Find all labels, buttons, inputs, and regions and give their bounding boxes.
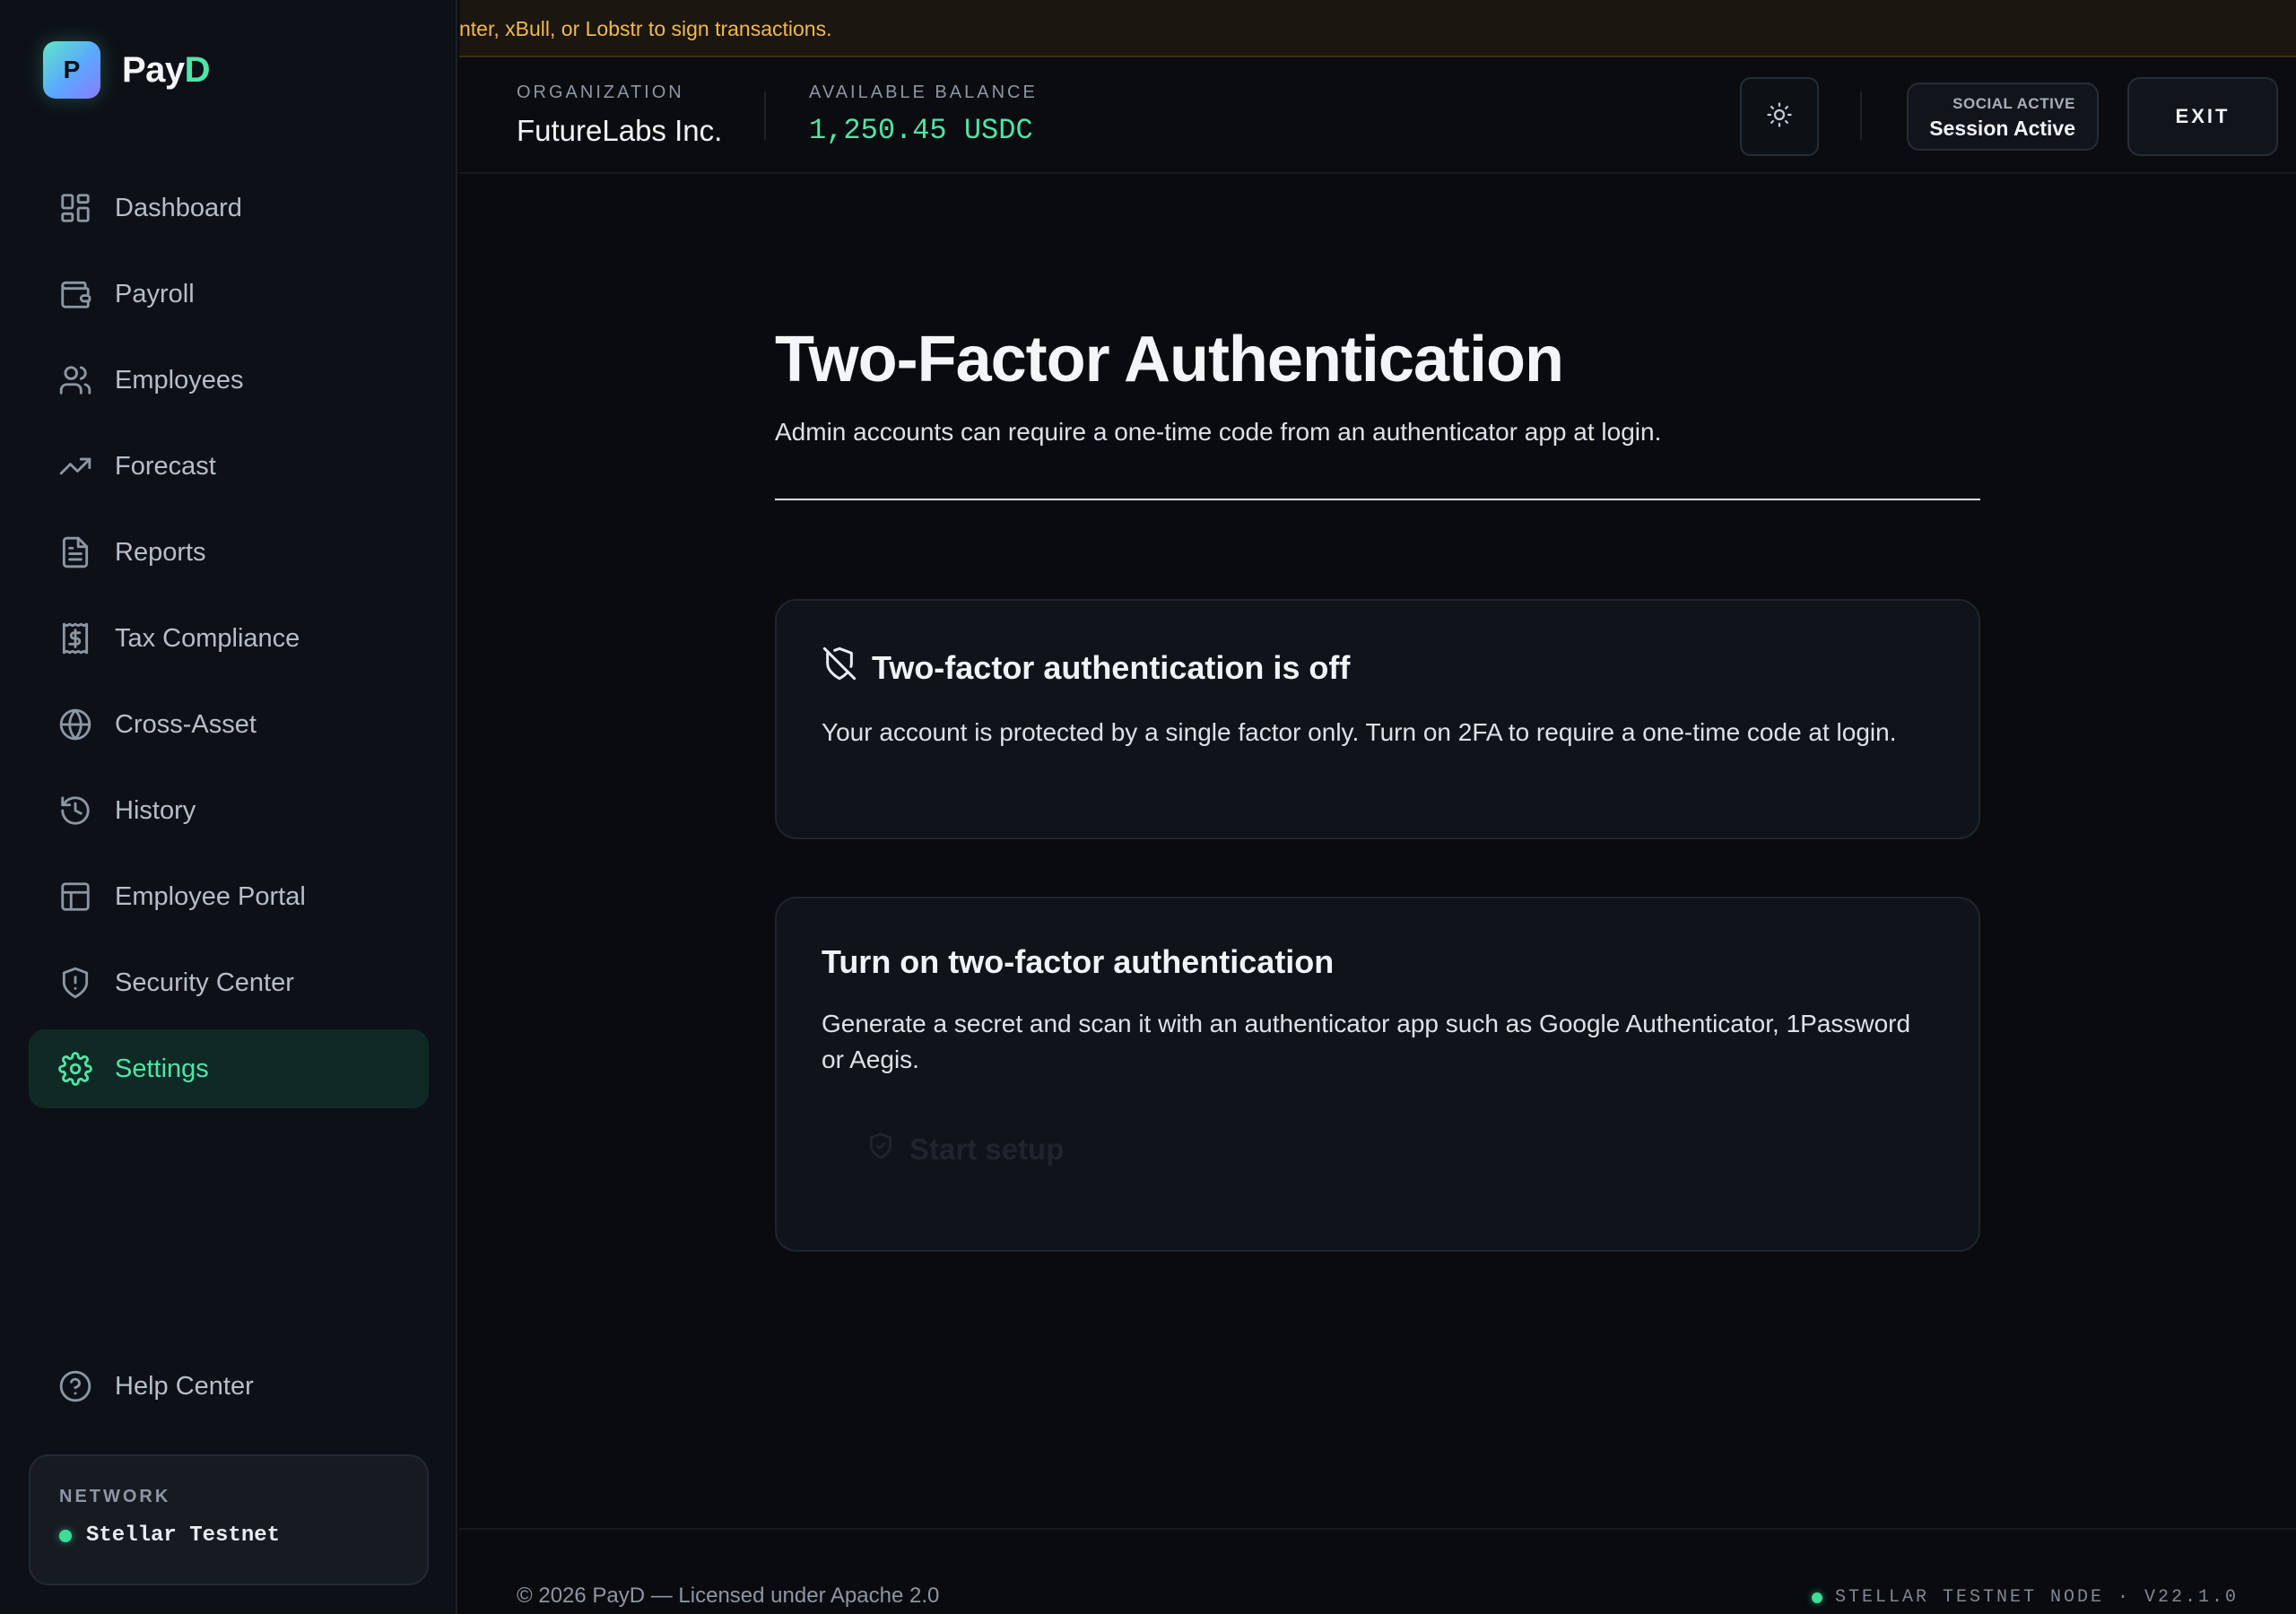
users-icon — [57, 362, 93, 398]
sidebar-item-label: Employees — [115, 365, 244, 395]
top-header: ORGANIZATION FutureLabs Inc. AVAILABLE B… — [459, 59, 2296, 174]
theme-toggle-button[interactable] — [1740, 77, 1819, 156]
sidebar-item-label: Help Center — [115, 1371, 254, 1401]
brand-mark-icon: P — [43, 41, 100, 99]
help-circle-icon — [57, 1368, 93, 1404]
balance-label: AVAILABLE BALANCE — [809, 82, 1038, 102]
sidebar-item-label: Cross-Asset — [115, 709, 257, 739]
sidebar-item-payroll[interactable]: Payroll — [29, 255, 429, 334]
sidebar-item-label: Forecast — [115, 451, 216, 481]
sidebar-item-forecast[interactable]: Forecast — [29, 427, 429, 506]
sidebar-item-label: Employee Portal — [115, 881, 306, 911]
session-status: Session Active — [1929, 117, 2075, 140]
trending-up-icon — [57, 448, 93, 484]
organization-block: ORGANIZATION FutureLabs Inc. — [517, 82, 722, 148]
brand-name: PayD — [122, 49, 211, 91]
sidebar-item-label: Dashboard — [115, 193, 242, 222]
sidebar-item-reports[interactable]: Reports — [29, 513, 429, 592]
balance-block: AVAILABLE BALANCE 1,250.45 USDC — [809, 82, 1038, 147]
footer-license: © 2026 PayD — Licensed under Apache 2.0 — [517, 1584, 940, 1608]
help-section: Help Center — [29, 1347, 429, 1433]
organization-label: ORGANIZATION — [517, 82, 684, 102]
sidebar-item-settings[interactable]: Settings — [29, 1029, 429, 1108]
wallet-icon — [57, 276, 93, 312]
brand-logo[interactable]: P PayD — [43, 41, 211, 99]
sidebar: P PayD Dashboard Payroll Employees Forec… — [0, 0, 457, 1614]
shield-off-icon — [822, 646, 872, 690]
title-divider — [775, 499, 1980, 500]
shield-alert-icon — [57, 965, 93, 1001]
organization-name: FutureLabs Inc. — [517, 114, 723, 147]
network-value: Stellar Testnet — [86, 1523, 281, 1548]
node-status-dot — [1811, 1592, 1822, 1603]
exit-button[interactable]: EXIT — [2127, 77, 2278, 156]
2fa-status-description: Your account is protected by a single fa… — [822, 718, 1897, 746]
sidebar-item-label: Payroll — [115, 279, 195, 308]
network-label: NETWORK — [59, 1487, 171, 1506]
sidebar-item-security-center[interactable]: Security Center — [29, 943, 429, 1022]
footer: © 2026 PayD — Licensed under Apache 2.0 … — [459, 1528, 2296, 1614]
sun-icon — [1766, 101, 1793, 133]
sidebar-item-tax-compliance[interactable]: Tax Compliance — [29, 599, 429, 678]
file-text-icon — [57, 534, 93, 570]
sidebar-item-cross-asset[interactable]: Cross-Asset — [29, 685, 429, 764]
main-content: Two-Factor Authentication Admin accounts… — [775, 323, 1980, 1252]
brand-name-prefix: Pay — [122, 49, 185, 90]
receipt-icon — [57, 620, 93, 656]
2fa-status-card: Two-factor authentication is off Your ac… — [775, 599, 1980, 839]
shield-check-icon — [866, 1132, 909, 1167]
footer-node-status: STELLAR TESTNET NODE · V22.1.0 — [1811, 1587, 2239, 1608]
wallet-warning-banner: nter, xBull, or Lobstr to sign transacti… — [459, 0, 2296, 57]
sidebar-item-label: Reports — [115, 537, 206, 567]
network-status: Stellar Testnet — [59, 1523, 398, 1548]
network-status-dot — [59, 1529, 72, 1542]
page-subtitle: Admin accounts can require a one-time co… — [775, 418, 1662, 446]
sidebar-item-dashboard[interactable]: Dashboard — [29, 169, 429, 247]
sidebar-item-help-center[interactable]: Help Center — [29, 1347, 429, 1426]
network-card: NETWORK Stellar Testnet — [29, 1454, 429, 1585]
layout-icon — [57, 879, 93, 915]
2fa-status-title: Two-factor authentication is off — [822, 646, 1934, 690]
2fa-setup-card: Turn on two-factor authentication Genera… — [775, 897, 1980, 1252]
sidebar-item-label: History — [115, 795, 196, 825]
header-divider — [764, 91, 766, 140]
page-title: Two-Factor Authentication — [775, 324, 1564, 395]
brand-name-accent: D — [184, 49, 211, 90]
gear-icon — [57, 1051, 93, 1087]
history-icon — [57, 793, 93, 829]
session-status-badge[interactable]: SOCIAL ACTIVE Session Active — [1907, 82, 2099, 151]
sidebar-item-employee-portal[interactable]: Employee Portal — [29, 857, 429, 936]
header-divider — [1860, 91, 1862, 140]
footer-node-label: STELLAR TESTNET NODE · V22.1.0 — [1834, 1587, 2239, 1608]
app-root: P PayD Dashboard Payroll Employees Forec… — [0, 0, 2296, 1614]
sidebar-item-employees[interactable]: Employees — [29, 341, 429, 420]
2fa-setup-description: Generate a secret and scan it with an au… — [822, 1010, 1911, 1073]
sidebar-nav: Dashboard Payroll Employees Forecast Rep… — [29, 169, 429, 1115]
2fa-setup-title: Turn on two-factor authentication — [822, 943, 1335, 980]
sidebar-item-history[interactable]: History — [29, 771, 429, 850]
balance-value: 1,250.45 USDC — [809, 114, 1033, 147]
2fa-status-title-text: Two-factor authentication is off — [872, 648, 1351, 686]
start-setup-button[interactable]: Start setup — [822, 1119, 1109, 1180]
grid-icon — [57, 190, 93, 226]
sidebar-item-label: Security Center — [115, 968, 294, 997]
session-type: SOCIAL ACTIVE — [1952, 95, 2075, 112]
sidebar-item-label: Settings — [115, 1054, 209, 1083]
start-setup-label: Start setup — [909, 1132, 1065, 1166]
globe-icon — [57, 707, 93, 742]
sidebar-item-label: Tax Compliance — [115, 623, 300, 653]
